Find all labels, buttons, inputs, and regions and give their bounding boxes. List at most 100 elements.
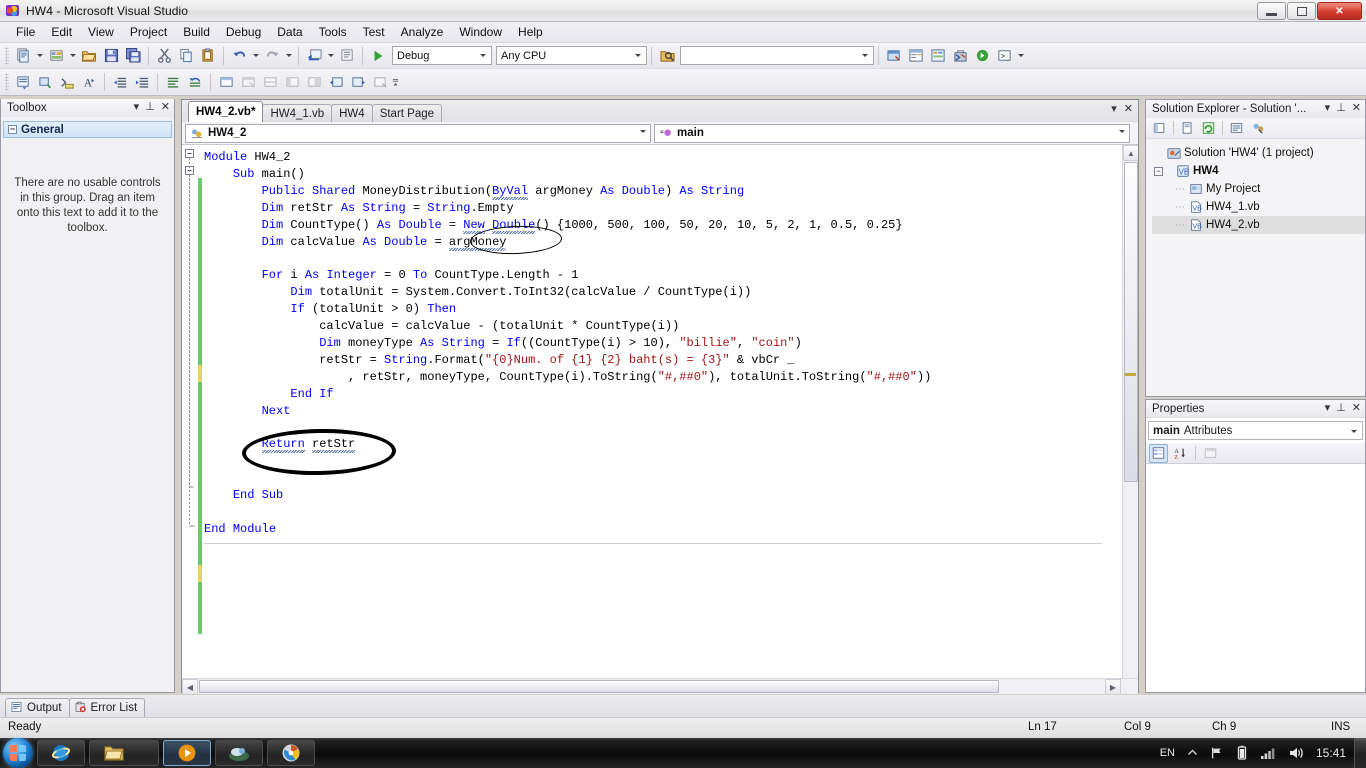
tree-item-hw4-1-vb[interactable]: ⋯ VB HW4_1.vb (1152, 198, 1365, 216)
menu-data[interactable]: Data (269, 23, 310, 41)
save-icon[interactable] (100, 45, 122, 67)
tree-item-my-project[interactable]: ⋯ My Project (1152, 180, 1365, 198)
toolbar-overflow-icon[interactable] (391, 71, 400, 93)
tree-item-project-hw4[interactable]: − VB HW4 (1152, 162, 1365, 180)
navigate-forward-icon[interactable] (336, 45, 358, 67)
active-files-chevron-down-icon[interactable]: ▾ (1111, 103, 1117, 115)
display-lines-icon[interactable] (12, 71, 34, 93)
tab-hw4-2-vb[interactable]: HW4_2.vb* (188, 101, 263, 122)
chevron-up-icon[interactable] (1187, 749, 1198, 757)
property-pages-icon[interactable] (1201, 444, 1220, 463)
menu-window[interactable]: Window (451, 23, 510, 41)
tab-start-page[interactable]: Start Page (372, 104, 442, 122)
menu-project[interactable]: Project (122, 23, 175, 41)
view-class-diagram-icon[interactable] (1248, 119, 1267, 138)
redo-dropdown-icon[interactable] (283, 45, 294, 67)
scroll-left-arrow[interactable]: ◀ (182, 679, 198, 694)
undo-dropdown-icon[interactable] (250, 45, 261, 67)
menu-help[interactable]: Help (510, 23, 551, 41)
menu-file[interactable]: File (8, 23, 43, 41)
chevron-down-icon[interactable] (1119, 130, 1125, 133)
new-item-dropdown-icon[interactable] (67, 45, 78, 67)
object-browser-icon[interactable] (927, 45, 949, 67)
tab-error-list[interactable]: Error List (69, 698, 146, 717)
toolbar-grip[interactable] (5, 73, 9, 91)
outlining-gutter[interactable] (182, 145, 198, 694)
tree-item-solution[interactable]: Solution 'HW4' (1 project) (1152, 144, 1365, 162)
chevron-down-icon[interactable]: ▾ (134, 101, 140, 113)
immediate-window-icon[interactable] (971, 45, 993, 67)
taskbar-internet-explorer[interactable] (37, 740, 85, 766)
close-icon[interactable]: ✕ (1352, 102, 1361, 114)
close-button[interactable]: ✕ (1317, 2, 1362, 20)
window-icon[interactable] (215, 71, 237, 93)
code-text[interactable]: Module HW4_2 Sub main() Public Shared Mo… (204, 149, 1122, 538)
menu-view[interactable]: View (80, 23, 122, 41)
tab-hw4[interactable]: HW4 (331, 104, 373, 122)
show-all-files-icon[interactable] (1178, 119, 1197, 138)
undo-format-icon[interactable] (184, 71, 206, 93)
chevron-down-icon[interactable]: ▾ (1325, 102, 1331, 114)
solution-tree[interactable]: Solution 'HW4' (1 project) − VB HW4 ⋯ My… (1146, 139, 1365, 234)
solution-platform-combo[interactable]: Any CPU (496, 46, 647, 65)
redo-icon[interactable] (261, 45, 283, 67)
taskbar-app[interactable] (215, 740, 263, 766)
new-item-icon[interactable] (45, 45, 67, 67)
network-signal-icon[interactable] (1260, 746, 1276, 760)
view-code-icon[interactable] (1227, 119, 1246, 138)
scroll-right-arrow[interactable]: ▶ (1105, 679, 1121, 694)
properties-icon[interactable] (1150, 119, 1169, 138)
properties-window-icon[interactable] (905, 45, 927, 67)
taskbar-windows-explorer[interactable] (89, 740, 159, 766)
new-window-icon[interactable] (237, 71, 259, 93)
save-all-icon[interactable] (122, 45, 144, 67)
maximize-button[interactable] (1287, 2, 1316, 20)
show-desktop-button[interactable] (1354, 738, 1366, 768)
minimize-button[interactable] (1257, 2, 1286, 20)
format-document-icon[interactable] (162, 71, 184, 93)
properties-object-combo[interactable]: main Attributes (1148, 421, 1363, 440)
alphabetical-icon[interactable]: AZ (1171, 444, 1190, 463)
increase-indent-icon[interactable] (131, 71, 153, 93)
close-icon[interactable]: ✕ (1124, 103, 1133, 115)
volume-icon[interactable] (1288, 746, 1304, 760)
chevron-down-icon[interactable] (640, 130, 646, 133)
collapse-icon[interactable]: − (8, 125, 17, 134)
toggle-bookmark-icon[interactable] (34, 71, 56, 93)
horizontal-scroll-thumb[interactable] (199, 680, 999, 693)
toolbox-icon[interactable] (949, 45, 971, 67)
toolbar-grip[interactable] (5, 47, 9, 65)
close-icon[interactable]: ✕ (1352, 402, 1361, 414)
scroll-up-arrow[interactable]: ▲ (1123, 145, 1138, 161)
split-window-icon[interactable] (259, 71, 281, 93)
code-editor[interactable]: Module HW4_2 Sub main() Public Shared Mo… (182, 145, 1138, 694)
tab-output[interactable]: Output (5, 698, 70, 717)
toolbox-group-general[interactable]: − General (3, 121, 172, 138)
menu-test[interactable]: Test (355, 23, 393, 41)
chevron-down-icon[interactable]: ▾ (1325, 402, 1331, 414)
menu-edit[interactable]: Edit (43, 23, 80, 41)
copy-icon[interactable] (175, 45, 197, 67)
navigate-backward-dropdown-icon[interactable] (325, 45, 336, 67)
uncomment-selection-icon[interactable]: A (78, 71, 100, 93)
command-window-icon[interactable]: >_ (993, 45, 1015, 67)
chevron-down-icon[interactable] (1351, 430, 1357, 433)
undo-icon[interactable] (228, 45, 250, 67)
categorized-icon[interactable] (1149, 444, 1168, 463)
clear-bookmarks-icon[interactable] (369, 71, 391, 93)
new-project-dropdown-icon[interactable] (34, 45, 45, 67)
tab-hw4-1-vb[interactable]: HW4_1.vb (262, 104, 332, 122)
close-icon[interactable]: ✕ (161, 101, 170, 113)
chevron-down-icon[interactable] (858, 54, 870, 57)
start-debugging-icon[interactable] (367, 45, 389, 67)
battery-icon[interactable] (1236, 745, 1248, 761)
menu-debug[interactable]: Debug (218, 23, 269, 41)
new-project-icon[interactable] (12, 45, 34, 67)
find-in-files-input[interactable] (680, 46, 874, 65)
menu-build[interactable]: Build (175, 23, 218, 41)
taskbar-visual-studio[interactable] (267, 740, 315, 766)
collapse-icon[interactable]: − (1154, 167, 1163, 176)
paste-icon[interactable] (197, 45, 219, 67)
pin-icon[interactable]: ⊥ (1336, 102, 1346, 114)
vertical-scroll-thumb[interactable] (1124, 162, 1138, 482)
